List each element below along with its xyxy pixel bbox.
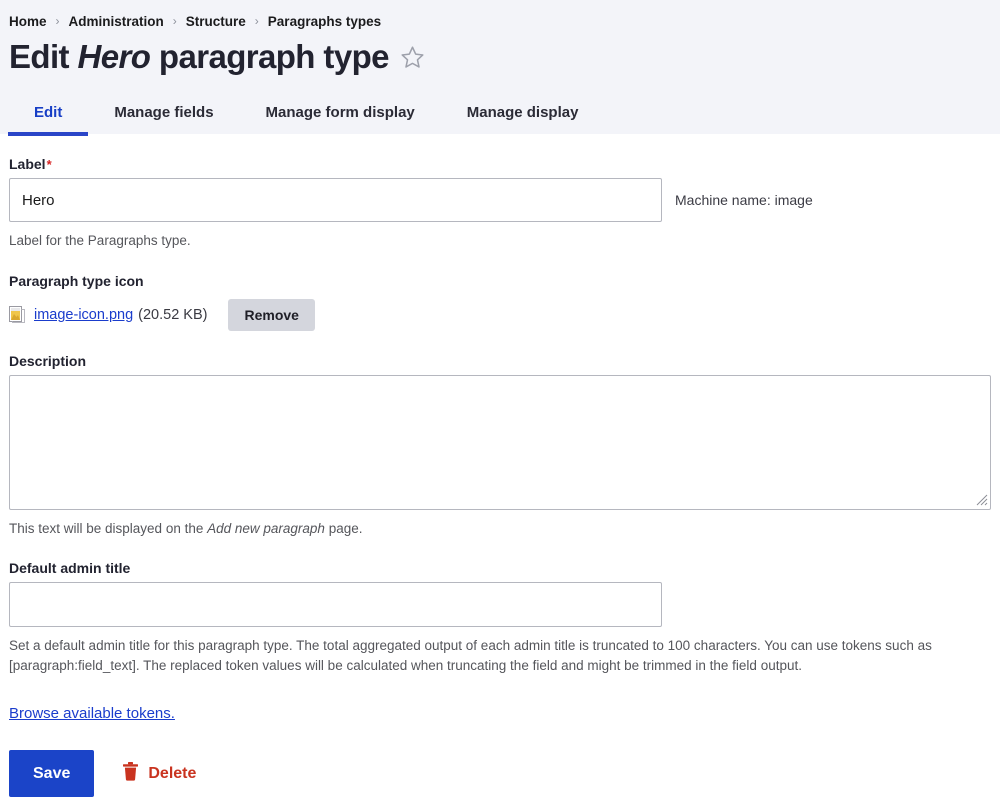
description-textarea-wrap bbox=[9, 374, 991, 510]
description-textarea[interactable] bbox=[9, 374, 991, 510]
admin-title-field-label: Default admin title bbox=[9, 560, 131, 577]
delete-label: Delete bbox=[148, 764, 197, 782]
page-root: Home › Administration › Structure › Para… bbox=[0, 0, 1000, 805]
breadcrumb-separator-icon: › bbox=[254, 14, 259, 28]
breadcrumb-separator-icon: › bbox=[172, 14, 177, 28]
admin-title-input[interactable] bbox=[9, 582, 662, 628]
admin-title-field-help: Set a default admin title for this parag… bbox=[9, 638, 932, 673]
trash-icon bbox=[122, 761, 139, 786]
page-title: Edit Hero paragraph type bbox=[9, 38, 389, 76]
file-name-link[interactable]: image-icon.png bbox=[34, 307, 133, 323]
browse-tokens-link[interactable]: Browse available tokens. bbox=[9, 705, 175, 722]
required-marker: * bbox=[46, 157, 52, 172]
tab-manage-display[interactable]: Manage display bbox=[441, 105, 605, 134]
machine-name-text: Machine name: image bbox=[675, 192, 813, 208]
description-field-label: Description bbox=[9, 352, 87, 369]
breadcrumb-item-structure[interactable]: Structure bbox=[186, 14, 246, 29]
label-field-row: Machine name: image bbox=[9, 178, 991, 222]
label-field-label-text: Label bbox=[9, 156, 46, 172]
page-title-emphasis: Hero bbox=[77, 38, 151, 75]
file-image-icon bbox=[9, 306, 25, 324]
breadcrumb: Home › Administration › Structure › Para… bbox=[0, 10, 1000, 32]
breadcrumb-item-home[interactable]: Home bbox=[9, 14, 47, 29]
page-title-row: Edit Hero paragraph type bbox=[0, 32, 1000, 76]
description-help-suffix: page. bbox=[324, 520, 363, 536]
tab-manage-fields[interactable]: Manage fields bbox=[88, 105, 239, 134]
description-help-prefix: This text will be displayed on the bbox=[9, 520, 208, 536]
tab-edit[interactable]: Edit bbox=[8, 105, 89, 136]
page-header: Home › Administration › Structure › Para… bbox=[0, 0, 1000, 136]
remove-file-button[interactable]: Remove bbox=[228, 298, 315, 331]
icon-field-label: Paragraph type icon bbox=[9, 272, 144, 289]
description-field-help: This text will be displayed on the Add n… bbox=[9, 519, 984, 539]
form-body: Label* Machine name: image Label for the… bbox=[0, 156, 1000, 805]
delete-link[interactable]: Delete bbox=[122, 761, 197, 786]
page-title-prefix: Edit bbox=[9, 38, 70, 75]
breadcrumb-separator-icon: › bbox=[55, 14, 60, 28]
description-help-emphasis: Add new paragraph bbox=[207, 520, 325, 536]
label-input[interactable] bbox=[9, 178, 662, 222]
page-title-suffix: paragraph type bbox=[158, 38, 390, 75]
label-field-label: Label* bbox=[9, 156, 991, 172]
breadcrumb-item-paragraphs-types[interactable]: Paragraphs types bbox=[268, 14, 381, 29]
form-actions: Save Delete bbox=[9, 750, 991, 805]
breadcrumb-item-administration[interactable]: Administration bbox=[69, 14, 164, 29]
label-field-description: Label for the Paragraphs type. bbox=[9, 233, 191, 248]
tab-manage-form-display[interactable]: Manage form display bbox=[240, 105, 441, 134]
icon-file-row: image-icon.png (20.52 KB) Remove bbox=[9, 298, 991, 331]
star-outline-icon[interactable] bbox=[399, 44, 426, 75]
primary-tabs: Edit Manage fields Manage form display M… bbox=[0, 88, 1000, 136]
save-button[interactable]: Save bbox=[9, 750, 95, 798]
file-size-text: (20.52 KB) bbox=[138, 306, 208, 323]
